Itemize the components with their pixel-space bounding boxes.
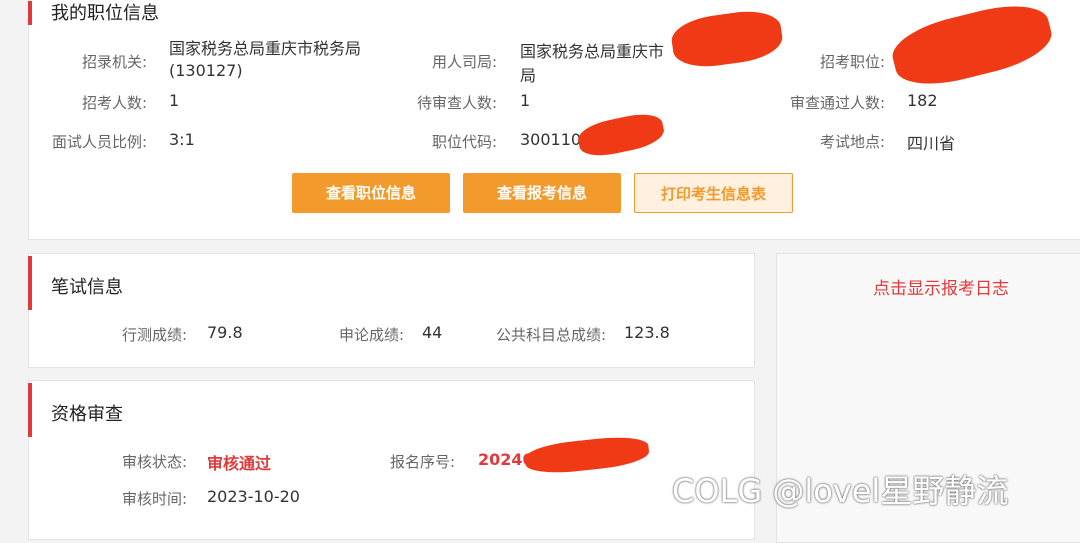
xingce-label: 行测成绩: [121, 326, 187, 344]
status-value: 审核通过 [207, 454, 272, 473]
time-value: 2023-10-20 [207, 487, 300, 506]
total-value: 123.8 [624, 323, 670, 342]
employer-value-line2: 局 [520, 66, 537, 85]
code-value: 300110 [520, 130, 582, 149]
quota-label: 招考人数: [81, 94, 147, 112]
section-title-qualification: 资格审查 [51, 404, 123, 425]
section-title-written-exam: 笔试信息 [51, 277, 123, 298]
written-exam-panel: 笔试信息 行测成绩: 79.8 申论成绩: 44 公共科目总成绩: 123.8 [28, 253, 755, 368]
pending-label: 待审查人数: [416, 94, 497, 112]
recruiting-org-value: 国家税务总局重庆市税务局(130127) [169, 39, 362, 80]
location-label: 考试地点: [819, 133, 885, 151]
quota-value: 1 [169, 91, 180, 110]
total-label: 公共科目总成绩: [495, 326, 606, 344]
recruiting-org-label: 招录机关: [81, 53, 147, 71]
qualification-panel: 资格审查 审核状态: 审核通过 报名序号: 20240 审核时间: 2023-1… [28, 380, 755, 540]
employer-label: 用人司局: [431, 53, 497, 71]
view-position-button[interactable]: 查看职位信息 [292, 173, 450, 213]
show-log-link[interactable]: 点击显示报考日志 [873, 274, 1009, 299]
print-info-button[interactable]: 打印考生信息表 [634, 173, 793, 213]
time-label: 审核时间: [121, 490, 187, 508]
section-title-job-info: 我的职位信息 [51, 3, 159, 24]
passed-value: 182 [907, 91, 938, 110]
shenlun-value: 44 [422, 323, 443, 342]
position-label: 招考职位: [819, 53, 885, 71]
shenlun-label: 申论成绩: [338, 326, 404, 344]
view-application-button[interactable]: 查看报考信息 [463, 173, 621, 213]
code-label: 职位代码: [431, 133, 497, 151]
watermark-text: COLG @lovel星野静流 [672, 472, 1009, 510]
ratio-label: 面试人员比例: [51, 133, 147, 151]
status-label: 审核状态: [121, 453, 187, 471]
pending-value: 1 [520, 91, 531, 110]
regno-label: 报名序号: [389, 453, 455, 471]
employer-value: 国家税务总局重庆市 [520, 42, 665, 61]
ratio-value: 3:1 [169, 130, 195, 149]
section-accent-bar [28, 1, 32, 25]
passed-label: 审查通过人数: [789, 94, 885, 112]
section-accent-bar [28, 383, 32, 437]
section-accent-bar [28, 256, 32, 310]
xingce-value: 79.8 [207, 323, 243, 342]
location-value: 四川省 [907, 134, 956, 153]
